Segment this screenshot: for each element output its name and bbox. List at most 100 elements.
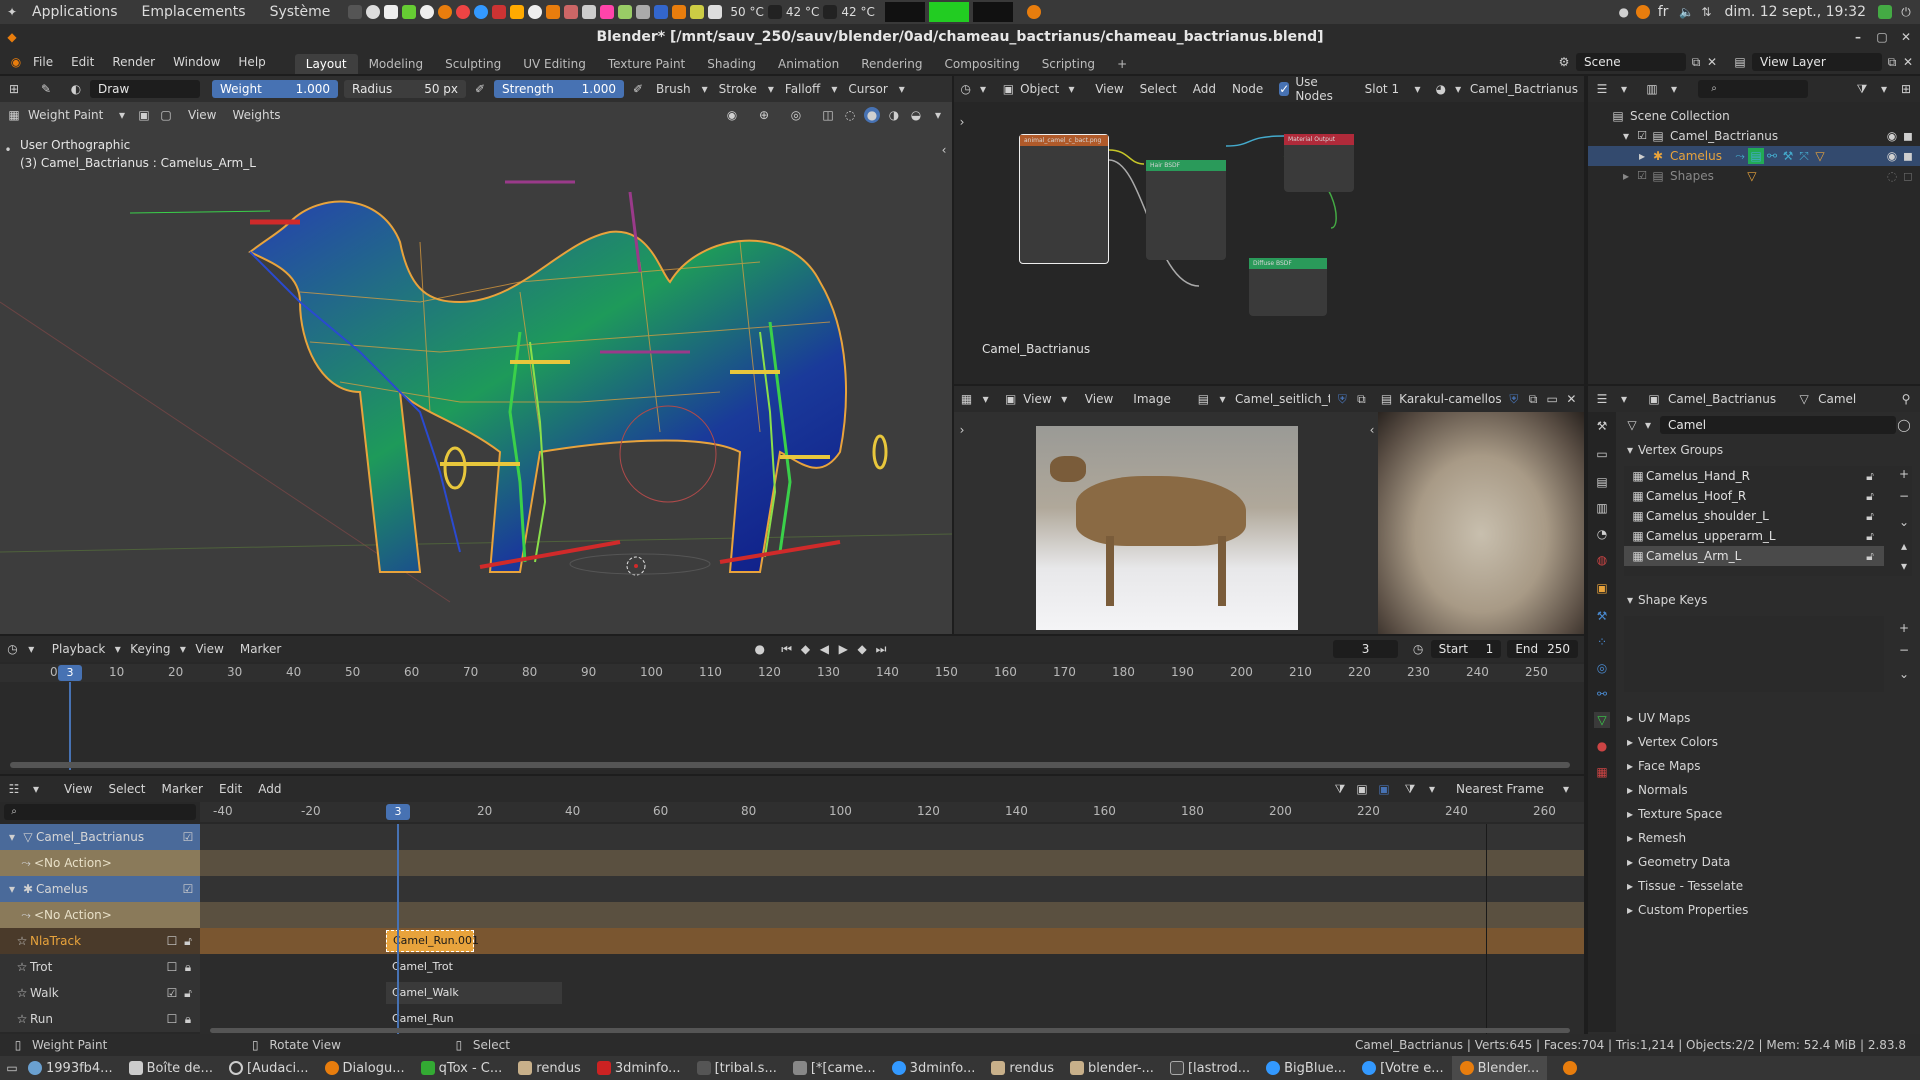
chevron-down-icon[interactable]: ⌄ — [1896, 514, 1912, 530]
view-layer-tab-icon[interactable]: ▥ — [1594, 500, 1610, 516]
mode-dropdown[interactable]: Weight Paint — [28, 108, 108, 122]
material-shading-icon[interactable]: ◑ — [886, 107, 902, 123]
shutdown-icon[interactable]: ⏻ — [1898, 4, 1914, 20]
eye-icon[interactable]: ◉ — [1884, 148, 1900, 164]
normals-panel[interactable]: ▸ Normals — [1618, 778, 1918, 802]
tray-icon[interactable] — [1635, 5, 1650, 19]
task-item[interactable]: Dialogu... — [317, 1061, 413, 1076]
timeline-track-area[interactable] — [0, 682, 1584, 770]
nla-track-row[interactable]: ☆ Walk ☑ 🔓︎ — [0, 980, 200, 1006]
menu-edit[interactable]: Edit — [219, 782, 242, 796]
geometry-data-panel[interactable]: ▸ Geometry Data — [1618, 850, 1918, 874]
weight-slider[interactable]: Weight 1.000 — [212, 80, 338, 98]
checkbox-checked-icon[interactable]: ☑ — [1634, 128, 1650, 144]
rendered-shading-icon[interactable]: ◒ — [908, 107, 924, 123]
lock-icon[interactable]: 🔓︎ — [1862, 488, 1878, 504]
app-icon[interactable] — [528, 5, 543, 19]
blender-tray-icon[interactable] — [1026, 5, 1041, 19]
uv-maps-panel[interactable]: ▸ UV Maps — [1618, 706, 1918, 730]
image2-name[interactable]: Karakul-camellos-d0... — [1399, 392, 1501, 406]
tool-tab-icon[interactable]: ⚒ — [1594, 418, 1610, 434]
chevron-right-icon[interactable]: ▸ — [1618, 168, 1634, 184]
task-item[interactable]: blender-... — [1062, 1061, 1162, 1076]
image-icon[interactable]: ▤ — [1380, 391, 1393, 407]
playhead-frame-badge[interactable]: 3 — [58, 665, 82, 681]
copy-icon[interactable]: ⧉ — [1884, 54, 1900, 70]
nla-action-row[interactable]: ⤳ <No Action> — [0, 902, 200, 928]
minimize-icon[interactable]: – — [1850, 29, 1866, 45]
jump-start-icon[interactable]: ⏮ — [780, 641, 793, 657]
nla-track-row[interactable]: ☆ NlaTrack ☐ 🔓︎ — [0, 928, 200, 954]
task-item[interactable]: [lastrod... — [1162, 1061, 1258, 1076]
lock-icon[interactable]: 🔒︎ — [180, 959, 196, 975]
lock-icon[interactable]: 🔓︎ — [1862, 468, 1878, 484]
lock-icon[interactable]: 🔓︎ — [1862, 528, 1878, 544]
include-missing-icon[interactable]: ▣ — [1354, 781, 1370, 797]
filter-selected-icon[interactable]: ▣ — [1376, 781, 1392, 797]
chevron-down-icon[interactable]: ⌄ — [1896, 666, 1912, 682]
stroke-dropdown[interactable]: Stroke — [719, 82, 757, 96]
image-texture-node[interactable]: animal_camel_c_bact.png — [1019, 134, 1109, 264]
task-item[interactable]: Boîte de... — [121, 1061, 221, 1076]
blender-logo-icon[interactable]: ◉ — [8, 54, 24, 70]
terminal-icon[interactable] — [348, 5, 363, 19]
tab-compositing[interactable]: Compositing — [933, 54, 1030, 74]
play-icon[interactable]: ▶ — [837, 641, 850, 657]
task-item[interactable]: [*[came... — [785, 1061, 884, 1076]
window-menu-icon[interactable]: ◆ — [4, 29, 20, 45]
view-menu[interactable]: View — [195, 642, 223, 656]
snap-dropdown[interactable]: Nearest Frame — [1456, 782, 1552, 796]
app-icon[interactable] — [654, 5, 669, 19]
particles-tab-icon[interactable]: ⁘ — [1594, 634, 1610, 650]
blender-tray-icon[interactable] — [1563, 1061, 1578, 1075]
brush-icon[interactable]: ✎ — [38, 81, 54, 97]
texture-space-panel[interactable]: ▸ Texture Space — [1618, 802, 1918, 826]
record-icon[interactable]: ● — [753, 641, 766, 657]
chromium-icon[interactable] — [474, 5, 489, 19]
view-layer-selector[interactable]: View Layer — [1752, 53, 1882, 71]
nla-strip-run[interactable]: Camel_Run — [386, 1008, 474, 1030]
face-maps-panel[interactable]: ▸ Face Maps — [1618, 754, 1918, 778]
browser-icon[interactable] — [366, 5, 381, 19]
menu-view[interactable]: View — [188, 108, 216, 122]
next-keyframe-icon[interactable]: ◆ — [856, 641, 869, 657]
keying-menu[interactable]: Keying — [130, 642, 170, 656]
checkbox-checked-icon[interactable]: ☑ — [164, 985, 180, 1001]
nla-track-row[interactable]: ☆ Run ☐ 🔒︎ — [0, 1006, 200, 1032]
chevron-down-icon[interactable]: ▾ — [4, 881, 20, 897]
hair-bsdf-node[interactable]: Hair BSDF — [1146, 160, 1226, 260]
app-icon[interactable] — [564, 5, 579, 19]
app-icon[interactable] — [636, 5, 651, 19]
playback-menu[interactable]: Playback — [52, 642, 106, 656]
system-menu-applications[interactable]: Applications — [20, 4, 130, 20]
add-icon[interactable]: + — [1896, 620, 1912, 636]
menu-window[interactable]: Window — [164, 55, 229, 69]
tab-animation[interactable]: Animation — [767, 54, 850, 74]
menu-weights[interactable]: Weights — [232, 108, 280, 122]
prev-keyframe-icon[interactable]: ◆ — [799, 641, 812, 657]
brush-dropdown[interactable]: Brush — [656, 82, 691, 96]
add-workspace-icon[interactable]: + — [1106, 54, 1138, 74]
volume-icon[interactable]: 🔈 — [1678, 4, 1694, 20]
app-icon[interactable] — [510, 5, 525, 19]
app-icon[interactable] — [402, 5, 417, 19]
tissue-tesselate-panel[interactable]: ▸ Tissue - Tesselate — [1618, 874, 1918, 898]
lock-icon[interactable]: 🔓︎ — [180, 933, 196, 949]
camera-icon[interactable]: ◻ — [1900, 168, 1916, 184]
modifier-tab-icon[interactable]: ⚒ — [1594, 608, 1610, 624]
folder-icon[interactable]: ▭ — [1546, 391, 1559, 407]
editor-type-icon[interactable]: ⊞ — [6, 81, 22, 97]
texture-tab-icon[interactable]: ▦ — [1594, 764, 1610, 780]
copy-icon[interactable]: ⧉ — [1526, 391, 1539, 407]
view-layer-icon[interactable]: ▤ — [1732, 54, 1748, 70]
image-icon[interactable]: ▤ — [1197, 391, 1210, 407]
shield-icon[interactable]: ⛨ — [1336, 391, 1349, 407]
scene-tab-icon[interactable]: ◔ — [1594, 526, 1610, 542]
clock[interactable]: dim. 12 sept., 19:32 — [1724, 4, 1866, 20]
constraint-tab-icon[interactable]: ⚯ — [1594, 686, 1610, 702]
outliner-item-shapes[interactable]: ▸ ☑ ▤ Shapes ▽ ◌ ◻ — [1588, 166, 1920, 186]
app-icon[interactable] — [492, 5, 507, 19]
nla-scrollbar[interactable] — [210, 1028, 1570, 1033]
wireframe-shading-icon[interactable]: ◌ — [842, 107, 858, 123]
menu-image[interactable]: Image — [1133, 392, 1171, 406]
